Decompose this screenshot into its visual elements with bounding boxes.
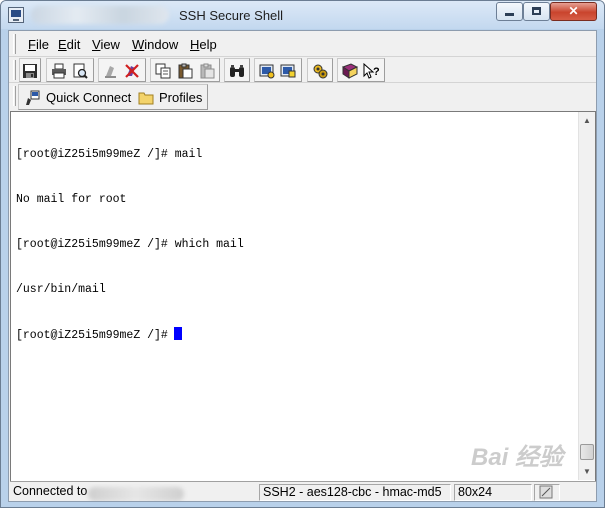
- app-icon[interactable]: [8, 7, 24, 23]
- toolbar-group-find: [224, 58, 250, 82]
- print-preview-icon[interactable]: [72, 63, 88, 79]
- save-icon[interactable]: [22, 63, 38, 79]
- terminal-line: [root@iZ25i5m99meZ /]# which mail: [16, 238, 244, 251]
- network-icon: [539, 485, 553, 499]
- terminal-output: [root@iZ25i5m99meZ /]# mail No mail for …: [16, 117, 244, 372]
- ssh-window: SSH Secure Shell ✕ File Edit View Window…: [0, 0, 605, 508]
- title-bar[interactable]: SSH Secure Shell ✕: [1, 1, 604, 29]
- toolbar-group-edit: [150, 58, 220, 82]
- toolbar-group-connection: [98, 58, 146, 82]
- text-cursor: [173, 327, 182, 340]
- print-icon[interactable]: [51, 63, 67, 79]
- menu-bar: File Edit View Window Help: [9, 31, 596, 57]
- menu-help[interactable]: Help: [190, 37, 217, 52]
- client-area: File Edit View Window Help Quick Connect…: [8, 30, 597, 502]
- toolbar-group-transfer: [307, 58, 333, 82]
- blurred-host-address: [88, 487, 184, 501]
- paste-icon[interactable]: [177, 63, 193, 79]
- menu-edit[interactable]: Edit: [58, 37, 80, 52]
- minimize-button[interactable]: [496, 2, 523, 21]
- profiles-icon[interactable]: [280, 63, 296, 79]
- quick-connect-group: Quick Connect Profiles: [18, 84, 208, 110]
- close-button[interactable]: ✕: [550, 2, 597, 21]
- minimize-icon: [505, 13, 514, 16]
- status-terminal-size: 80x24: [454, 484, 532, 501]
- status-transfer-icon-cell: [534, 484, 560, 501]
- scroll-down-arrow-icon[interactable]: ▼: [579, 463, 595, 480]
- terminal-pane[interactable]: [root@iZ25i5m99meZ /]# mail No mail for …: [10, 111, 596, 481]
- menu-file[interactable]: File: [28, 37, 49, 52]
- copy-icon[interactable]: [155, 63, 171, 79]
- terminal-line: /usr/bin/mail: [16, 283, 106, 296]
- context-help-icon[interactable]: ?: [363, 63, 379, 79]
- terminal-line: [root@iZ25i5m99meZ /]# mail: [16, 148, 203, 161]
- scroll-thumb[interactable]: [580, 444, 594, 460]
- quick-connect-icon[interactable]: [25, 90, 41, 106]
- status-connection: Connected to: [10, 484, 257, 501]
- quick-connect-bar: Quick Connect Profiles: [9, 83, 596, 111]
- toolbar-group-settings: [254, 58, 302, 82]
- menu-view[interactable]: View: [92, 37, 120, 52]
- quick-connect-grip[interactable]: [13, 86, 16, 106]
- toolbar-group-help: ?: [337, 58, 385, 82]
- menu-grip[interactable]: [13, 34, 16, 54]
- status-cipher: SSH2 - aes128-cbc - hmac-md5: [259, 484, 451, 501]
- maximize-button[interactable]: [523, 2, 550, 21]
- svg-text:?: ?: [373, 66, 379, 78]
- toolbar-grip[interactable]: [13, 60, 16, 80]
- terminal-line: No mail for root: [16, 193, 127, 206]
- blurred-host-name: [31, 6, 169, 24]
- connect-icon[interactable]: [103, 63, 119, 79]
- status-connected-label: Connected to: [13, 484, 88, 498]
- terminal-prompt-line: [root@iZ25i5m99meZ /]#: [16, 327, 244, 342]
- quick-connect-button[interactable]: Quick Connect: [46, 90, 131, 105]
- status-bar: Connected to SSH2 - aes128-cbc - hmac-md…: [10, 481, 596, 502]
- terminal-prompt: [root@iZ25i5m99meZ /]#: [16, 329, 168, 342]
- folder-icon[interactable]: [138, 91, 154, 105]
- disconnect-icon[interactable]: [124, 63, 140, 79]
- window-title: SSH Secure Shell: [179, 8, 284, 23]
- toolbar-group-print: [46, 58, 94, 82]
- file-transfer-icon[interactable]: [312, 63, 328, 79]
- profiles-button[interactable]: Profiles: [159, 90, 202, 105]
- settings-icon[interactable]: [259, 63, 275, 79]
- find-icon[interactable]: [229, 63, 245, 79]
- close-icon: ✕: [568, 4, 579, 18]
- paste-disabled-icon[interactable]: [199, 63, 215, 79]
- help-book-icon[interactable]: [342, 63, 358, 79]
- watermark: Bai 经验: [471, 444, 564, 471]
- vertical-scrollbar[interactable]: ▲ ▼: [578, 112, 595, 480]
- menu-window[interactable]: Window: [132, 37, 178, 52]
- scroll-up-arrow-icon[interactable]: ▲: [579, 112, 595, 129]
- maximize-icon: [532, 7, 541, 15]
- toolbar: ?: [9, 57, 596, 83]
- toolbar-group-file: [19, 58, 41, 82]
